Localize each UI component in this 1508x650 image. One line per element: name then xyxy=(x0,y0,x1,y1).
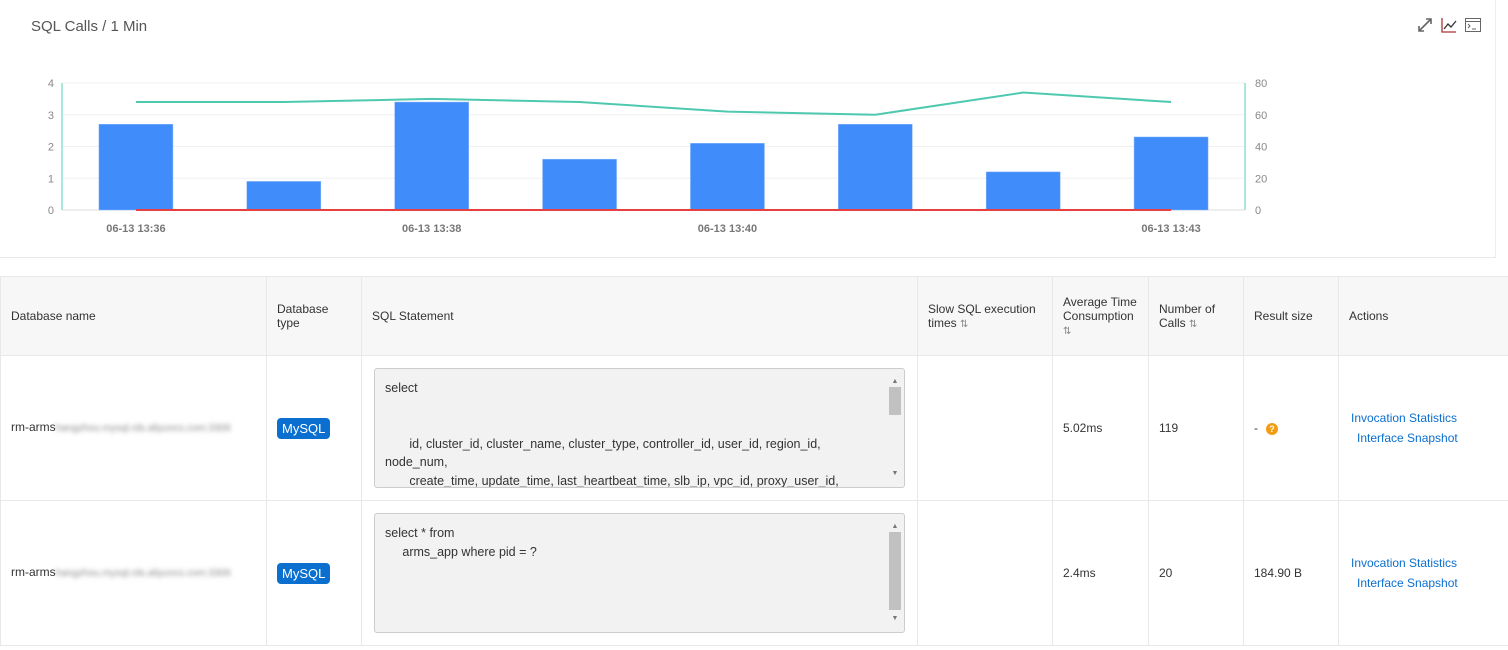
help-icon[interactable]: ? xyxy=(1266,423,1278,435)
database-type-cell: MySQL xyxy=(266,355,362,501)
header-avg-time[interactable]: Average Time Consumption ⇅ xyxy=(1052,276,1149,356)
database-type-badge: MySQL xyxy=(277,562,331,584)
y-right-tick-label: 80 xyxy=(1255,78,1267,90)
header-slow-sql[interactable]: Slow SQL execution times ⇅ xyxy=(917,276,1053,356)
header-database-type: Database type xyxy=(266,276,362,356)
y-right-tick-label: 20 xyxy=(1255,173,1267,185)
invocation-statistics-link[interactable]: Invocation Statistics xyxy=(1351,408,1498,428)
bar xyxy=(394,101,469,211)
bar xyxy=(838,124,913,211)
slow-sql-cell xyxy=(917,500,1053,646)
sql-table: Database name Database type SQL Statemen… xyxy=(0,276,1508,646)
database-type-cell: MySQL xyxy=(266,500,362,646)
x-tick-label: 06-13 13:40 xyxy=(698,223,757,235)
y-left-tick-label: 2 xyxy=(48,142,54,154)
sql-textarea[interactable]: select id, cluster_id, cluster_name, clu… xyxy=(374,368,905,488)
y-left-tick-label: 3 xyxy=(48,110,54,122)
sql-text: select id, cluster_id, cluster_name, clu… xyxy=(385,381,839,488)
actions-cell: Invocation Statistics Interface Snapshot xyxy=(1338,355,1508,501)
expand-icon[interactable] xyxy=(1416,16,1434,34)
bar xyxy=(542,158,617,211)
calls-cell: 20 xyxy=(1148,500,1244,646)
header-sql-statement: SQL Statement xyxy=(361,276,918,356)
header-database-name: Database name xyxy=(0,276,267,356)
bar xyxy=(246,181,322,211)
scrollbar[interactable]: ▲ ▼ xyxy=(888,373,902,483)
sort-icon[interactable]: ⇅ xyxy=(1189,319,1197,330)
y-right-tick-label: 40 xyxy=(1255,142,1267,154)
sql-statement-cell: select id, cluster_id, cluster_name, clu… xyxy=(361,355,918,501)
result-size: 184.90 B xyxy=(1254,566,1303,580)
result-size: - xyxy=(1254,421,1258,435)
sql-statement-cell: select * from arms_app where pid = ? and… xyxy=(361,500,918,646)
scrollbar-thumb[interactable] xyxy=(889,532,901,610)
database-type-badge: MySQL xyxy=(277,417,331,439)
database-name: rm-arms xyxy=(11,420,56,434)
header-result-size: Result size xyxy=(1243,276,1339,356)
slow-sql-cell xyxy=(917,355,1053,501)
sql-text: select * from arms_app where pid = ? and… xyxy=(385,526,537,559)
result-size-cell: 184.90 B xyxy=(1243,500,1339,646)
y-right-tick-label: 60 xyxy=(1255,110,1267,122)
series-line xyxy=(135,91,1172,116)
scrollbar-thumb[interactable] xyxy=(889,387,901,415)
calls-cell: 119 xyxy=(1148,355,1244,501)
line-chart-icon[interactable] xyxy=(1440,16,1458,34)
invocation-statistics-link[interactable]: Invocation Statistics xyxy=(1351,553,1498,573)
scroll-down-icon[interactable]: ▼ xyxy=(888,465,902,484)
x-tick-label: 06-13 13:38 xyxy=(402,223,461,235)
database-name-cell: rm-armshangzhou.mysql.rds.aliyuncs.com:3… xyxy=(0,355,267,501)
bar xyxy=(98,124,174,211)
interface-snapshot-link[interactable]: Interface Snapshot xyxy=(1351,573,1498,593)
y-left-tick-label: 0 xyxy=(48,205,54,217)
y-left-tick-label: 4 xyxy=(48,78,54,90)
database-name: rm-arms xyxy=(11,565,56,579)
bar xyxy=(985,171,1061,211)
y-left-tick-label: 1 xyxy=(48,173,54,185)
avg-time-cell: 2.4ms xyxy=(1052,500,1149,646)
x-tick-label: 06-13 13:43 xyxy=(1141,223,1200,235)
scroll-down-icon[interactable]: ▼ xyxy=(888,610,902,629)
scrollbar[interactable]: ▲ ▼ xyxy=(888,518,902,628)
header-calls[interactable]: Number of Calls ⇅ xyxy=(1148,276,1244,356)
actions-cell: Invocation Statistics Interface Snapshot xyxy=(1338,500,1508,646)
database-host-blurred: hangzhou.mysql.rds.aliyuncs.com:3306 xyxy=(55,423,231,434)
terminal-icon[interactable] xyxy=(1464,16,1482,34)
interface-snapshot-link[interactable]: Interface Snapshot xyxy=(1351,428,1498,448)
result-size-cell: -? xyxy=(1243,355,1339,501)
bar xyxy=(690,143,765,211)
database-name-cell: rm-armshangzhou.mysql.rds.aliyuncs.com:3… xyxy=(0,500,267,646)
table-row: rm-armshangzhou.mysql.rds.aliyuncs.com:3… xyxy=(0,355,1508,501)
sort-icon[interactable]: ⇅ xyxy=(960,319,968,330)
sql-textarea[interactable]: select * from arms_app where pid = ? and… xyxy=(374,513,905,633)
sql-calls-chart: 0123402040608006-13 13:36 06-13 13:38 06-1… xyxy=(48,78,1267,235)
x-tick-label: 06-13 13:36 xyxy=(106,223,165,235)
y-right-tick-label: 0 xyxy=(1255,205,1261,217)
bar xyxy=(1133,136,1209,211)
header-actions: Actions xyxy=(1338,276,1508,356)
sql-calls-panel: SQL Calls / 1 Min 0 1 2 3 4 0 20 40 60 80 06-13 13… xyxy=(0,0,1496,258)
table-row: rm-armshangzhou.mysql.rds.aliyuncs.com:3… xyxy=(0,500,1508,646)
sort-icon[interactable]: ⇅ xyxy=(1063,326,1071,337)
database-host-blurred: hangzhou.mysql.rds.aliyuncs.com:3306 xyxy=(55,568,231,579)
avg-time-cell: 5.02ms xyxy=(1052,355,1149,501)
